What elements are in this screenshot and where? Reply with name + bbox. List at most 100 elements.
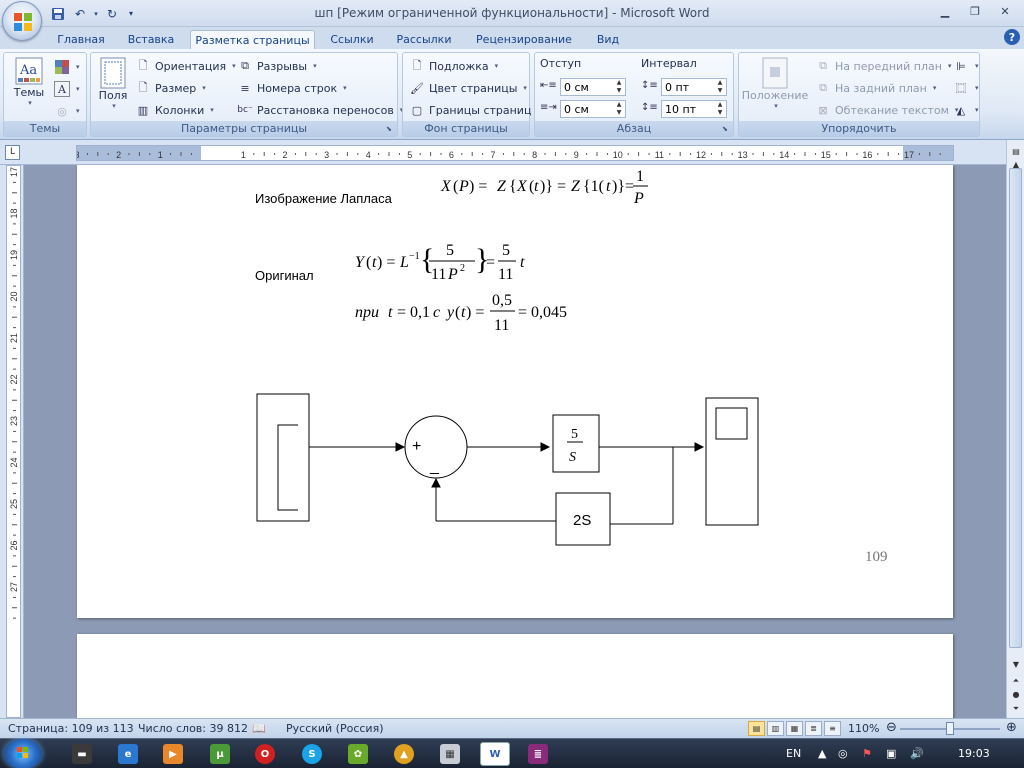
scrollbar-thumb[interactable] (1009, 168, 1022, 648)
zoom-in-icon[interactable]: ⊕ (1006, 720, 1017, 735)
indent-left-spinner-icon[interactable]: ▲ ▼ (614, 79, 624, 95)
next-page[interactable] (77, 634, 953, 718)
position-button[interactable]: Положение ▾ (742, 57, 808, 110)
language-status[interactable]: Русский (Россия) (286, 722, 384, 735)
show-desktop-icon[interactable]: ▬ (72, 744, 92, 764)
indent-right-spinner-icon[interactable]: ▲ ▼ (614, 101, 624, 117)
puzzle-app-icon[interactable]: ✿ (348, 744, 368, 764)
outline-view-icon[interactable]: ≣ (805, 721, 822, 736)
restore-button[interactable]: ❐ (960, 2, 990, 20)
page-setup-launcher-icon[interactable]: ⬊ (386, 125, 395, 134)
document-page[interactable]: Изображение Лапласа X (P) = Z {X(t)} = Z… (77, 165, 953, 618)
group-objects-icon: ⿴ (955, 82, 967, 95)
aimp-icon[interactable]: ▲ (394, 744, 414, 764)
theme-fonts-button[interactable]: A ▾ (54, 79, 80, 99)
network-icon[interactable]: ▣ (886, 747, 896, 760)
calculator-icon[interactable]: ▦ (440, 744, 460, 764)
view-ruler-icon[interactable]: ▤ (1008, 145, 1024, 159)
office-button[interactable] (2, 1, 42, 41)
close-button[interactable]: ✕ (990, 2, 1020, 20)
document-area[interactable]: Изображение Лапласа X (P) = Z {X(t)} = Z… (24, 165, 1006, 718)
group-button[interactable]: ⿴ ▾ (953, 78, 979, 98)
themes-button[interactable]: Aa Темы ▾ (9, 56, 49, 107)
paragraph-launcher-icon[interactable]: ⬊ (722, 125, 731, 134)
media-player-icon[interactable]: ▶ (163, 744, 183, 764)
svg-text:y: y (445, 304, 455, 321)
spacing-before-spinner-icon[interactable]: ▲ ▼ (715, 79, 725, 95)
line-numbers-dropdown-icon: ▾ (343, 84, 347, 92)
scroll-down-icon[interactable]: ▼ (1008, 658, 1024, 672)
tray-app-icon[interactable]: ◎ (838, 747, 848, 760)
theme-colors-button[interactable]: ▾ (54, 57, 80, 77)
word-count-status[interactable]: Число слов: 39 812 (138, 722, 248, 735)
orientation-button[interactable]: 🗋 Ориентация ▾ (135, 56, 236, 76)
spacing-after-spinner-icon[interactable]: ▲ ▼ (715, 101, 725, 117)
tab-page-layout[interactable]: Разметка страницы (190, 30, 315, 49)
margins-button[interactable]: Поля ▾ (95, 57, 131, 110)
select-browse-object-icon[interactable]: ● (1008, 688, 1024, 702)
word-taskbar-icon[interactable]: W (480, 742, 510, 766)
draft-view-icon[interactable]: ≡ (824, 721, 841, 736)
language-indicator[interactable]: EN (786, 747, 801, 760)
web-layout-view-icon[interactable]: ▦ (786, 721, 803, 736)
indent-heading: Отступ (540, 57, 582, 70)
columns-button[interactable]: ▥ Колонки ▾ (135, 100, 214, 120)
view-buttons: ▤ ▥ ▦ ≣ ≡ (748, 721, 841, 736)
start-button[interactable] (4, 739, 42, 768)
vertical-scrollbar[interactable]: ▤ ▲ ▼ ⏶ ● ⏷ (1006, 140, 1024, 718)
tab-view[interactable]: Вид (588, 30, 628, 49)
breaks-button[interactable]: ⧉ Разрывы ▾ (237, 56, 317, 76)
rotate-button[interactable]: ◭ ▾ (953, 100, 979, 120)
indent-right-input[interactable]: 0 см ▲ ▼ (560, 100, 626, 118)
arrange-group-label: Упорядочить (739, 121, 979, 136)
utorrent-icon[interactable]: µ (210, 744, 230, 764)
indent-left-input[interactable]: 0 см ▲ ▼ (560, 78, 626, 96)
tab-insert[interactable]: Вставка (120, 30, 182, 49)
full-screen-reading-view-icon[interactable]: ▥ (767, 721, 784, 736)
winrar-icon[interactable]: ≣ (528, 744, 548, 764)
opera-icon[interactable]: O (255, 744, 275, 764)
send-back-button[interactable]: ⧉ На задний план ▾ (815, 78, 936, 98)
page-borders-button[interactable]: ▢ Границы страниц (409, 100, 532, 120)
horizontal-ruler[interactable]: 3211234567891011121314151617 (76, 145, 954, 161)
page-color-button[interactable]: 🖌 Цвет страницы ▾ (409, 78, 527, 98)
help-icon[interactable]: ? (1004, 29, 1020, 45)
align-button[interactable]: ⊫ ▾ (953, 56, 978, 76)
tab-home[interactable]: Главная (50, 30, 112, 49)
show-hidden-icons-icon[interactable]: ▲ (818, 747, 826, 760)
svg-text:Aa: Aa (19, 63, 37, 78)
volume-icon[interactable]: 🔊 (910, 747, 924, 760)
hyphenation-button[interactable]: bc⁻Расстановка переносов▾ (237, 100, 403, 120)
clock[interactable]: 19:03 (958, 747, 990, 760)
zoom-out-icon[interactable]: ⊖ (886, 720, 897, 735)
skype-icon[interactable]: S (302, 744, 322, 764)
next-page-icon[interactable]: ⏷ (1008, 702, 1024, 716)
ruler-tick-label: 6 (449, 150, 454, 160)
watermark-button[interactable]: 🗋 Подложка ▾ (409, 56, 499, 76)
svg-text:)}: )} (540, 178, 553, 195)
bring-front-button[interactable]: ⧉ На передний план ▾ (815, 56, 951, 76)
internet-explorer-icon[interactable]: e (118, 744, 138, 764)
page-count-status[interactable]: Страница: 109 из 113 (8, 722, 134, 735)
line-numbers-button[interactable]: ≡ Номера строк ▾ (237, 78, 347, 98)
zoom-level[interactable]: 110% (848, 722, 879, 735)
zoom-slider-thumb[interactable] (946, 722, 954, 735)
text-wrap-button[interactable]: ⊠ Обтекание текстом ▾ (815, 100, 958, 120)
spacing-after-value: 10 пт (665, 103, 697, 116)
tab-selector-button[interactable]: L (5, 145, 20, 160)
previous-page-icon[interactable]: ⏶ (1008, 674, 1024, 688)
proofing-icon[interactable]: 📖 (252, 722, 266, 735)
theme-effects-button[interactable]: ◎ ▾ (54, 101, 79, 121)
flag-icon[interactable]: ⚑ (862, 747, 872, 760)
tab-references[interactable]: Ссылки (323, 30, 381, 49)
size-button[interactable]: 🗋 Размер ▾ (135, 78, 206, 98)
spacing-before-input[interactable]: 0 пт ▲ ▼ (661, 78, 727, 96)
print-layout-view-icon[interactable]: ▤ (748, 721, 765, 736)
svg-text:11: 11 (494, 317, 509, 334)
minimize-button[interactable]: ▁ (930, 2, 960, 20)
status-bar: Страница: 109 из 113 Число слов: 39 812 … (0, 718, 1024, 738)
tab-mailings[interactable]: Рассылки (390, 30, 458, 49)
tab-review[interactable]: Рецензирование (468, 30, 580, 49)
vertical-ruler[interactable]: 17 18 19 20 21 22 23 24 25 26 27 (6, 165, 21, 718)
spacing-after-input[interactable]: 10 пт ▲ ▼ (661, 100, 727, 118)
